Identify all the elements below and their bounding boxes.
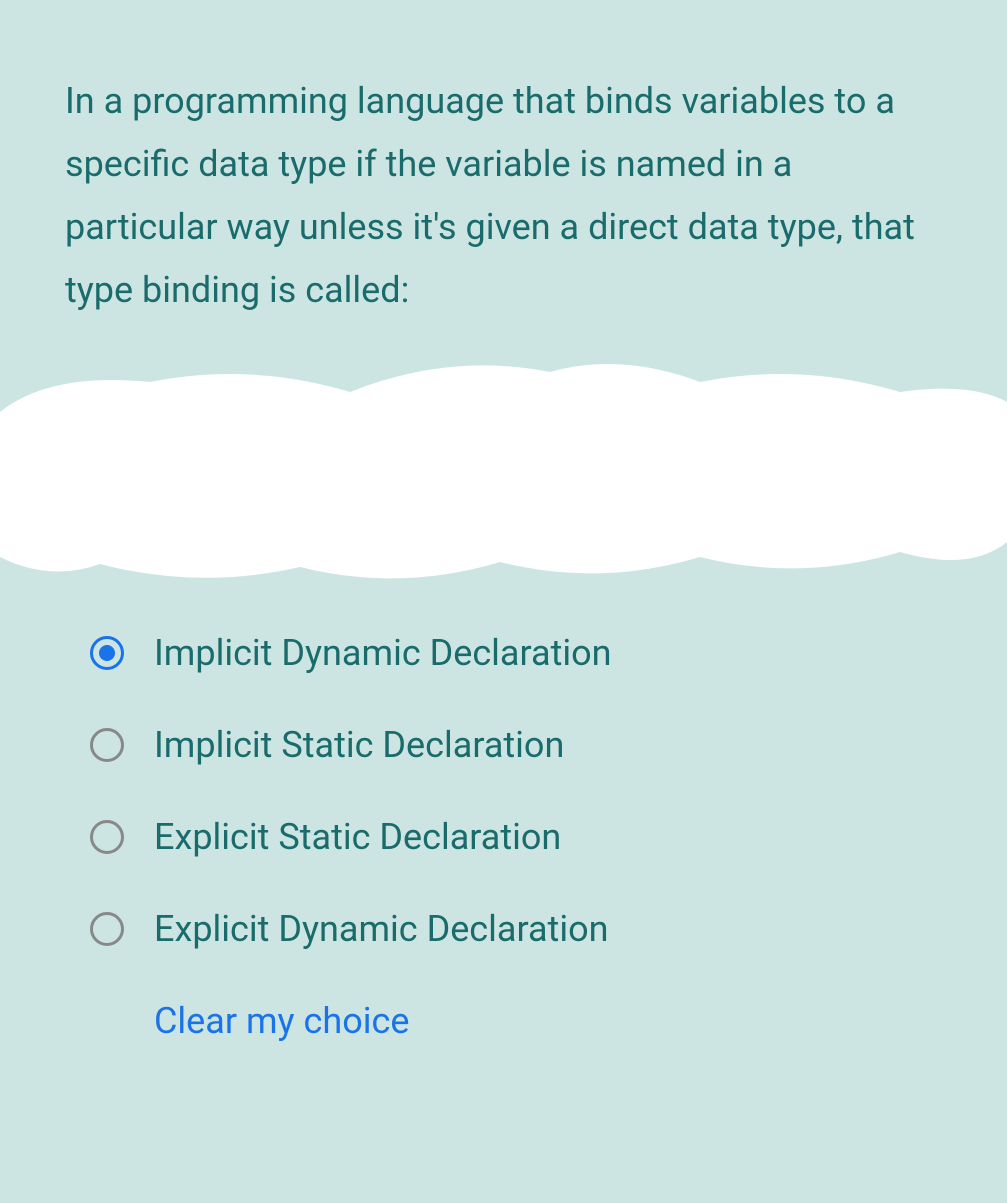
option-label-0: Implicit Dynamic Declaration xyxy=(154,632,612,674)
radio-button-3[interactable] xyxy=(90,912,124,946)
option-row-0[interactable]: Implicit Dynamic Declaration xyxy=(90,632,942,674)
option-label-1: Implicit Static Declaration xyxy=(154,724,564,766)
radio-button-0[interactable] xyxy=(90,636,124,670)
erased-region xyxy=(0,342,1007,592)
option-row-2[interactable]: Explicit Static Declaration xyxy=(90,816,942,858)
radio-button-2[interactable] xyxy=(90,820,124,854)
answer-options: Implicit Dynamic Declaration Implicit St… xyxy=(65,632,942,1042)
radio-button-1[interactable] xyxy=(90,728,124,762)
option-label-3: Explicit Dynamic Declaration xyxy=(154,908,608,950)
clear-choice-link[interactable]: Clear my choice xyxy=(154,1000,942,1042)
question-text: In a programming language that binds var… xyxy=(65,70,942,322)
option-row-3[interactable]: Explicit Dynamic Declaration xyxy=(90,908,942,950)
radio-selected-indicator xyxy=(99,645,115,661)
option-row-1[interactable]: Implicit Static Declaration xyxy=(90,724,942,766)
option-label-2: Explicit Static Declaration xyxy=(154,816,561,858)
